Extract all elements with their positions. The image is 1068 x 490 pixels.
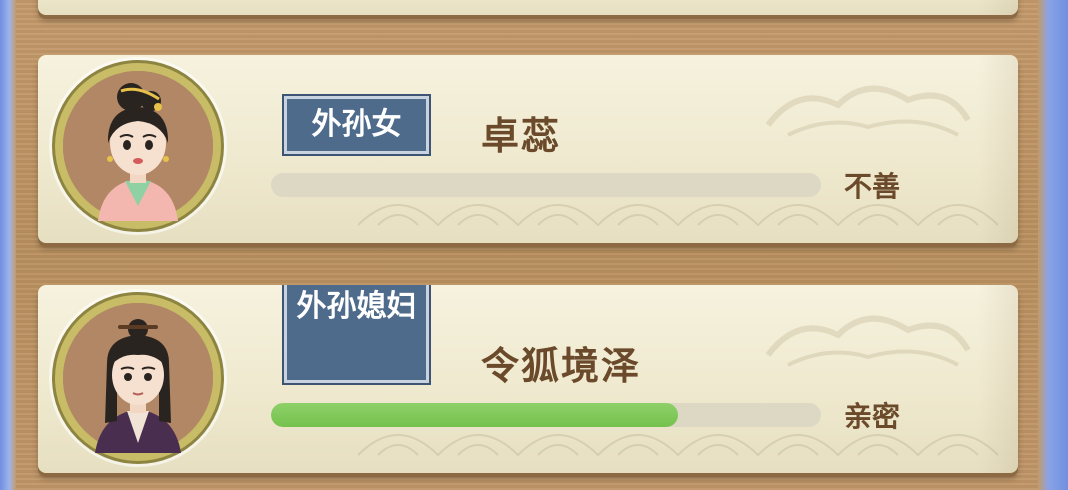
relative-name: 令狐境泽 xyxy=(481,344,642,388)
affinity-bar-fill xyxy=(271,403,678,427)
relative-card[interactable]: 外孙媳妇 令狐境泽 亲密 xyxy=(38,285,1018,473)
relation-tag: 外孙女 xyxy=(282,94,431,156)
relation-tag: 外孙媳妇 xyxy=(282,285,431,385)
affinity-bar xyxy=(271,173,821,197)
background-edge-left xyxy=(0,0,16,490)
affinity-bar xyxy=(271,403,821,427)
previous-relative-card[interactable] xyxy=(38,0,1018,15)
relative-name: 卓蕊 xyxy=(481,114,562,158)
female-portrait-icon xyxy=(63,71,213,221)
male-portrait-icon xyxy=(63,303,213,453)
relationship-status: 亲密 xyxy=(844,400,901,433)
cloud-pattern xyxy=(765,315,971,367)
cloud-pattern xyxy=(765,85,971,137)
background-edge-right xyxy=(1038,0,1068,490)
avatar[interactable] xyxy=(63,303,213,453)
relationship-status: 不善 xyxy=(844,170,901,203)
avatar[interactable] xyxy=(63,71,213,221)
relative-card[interactable]: 外孙女 卓蕊 不善 xyxy=(38,55,1018,243)
